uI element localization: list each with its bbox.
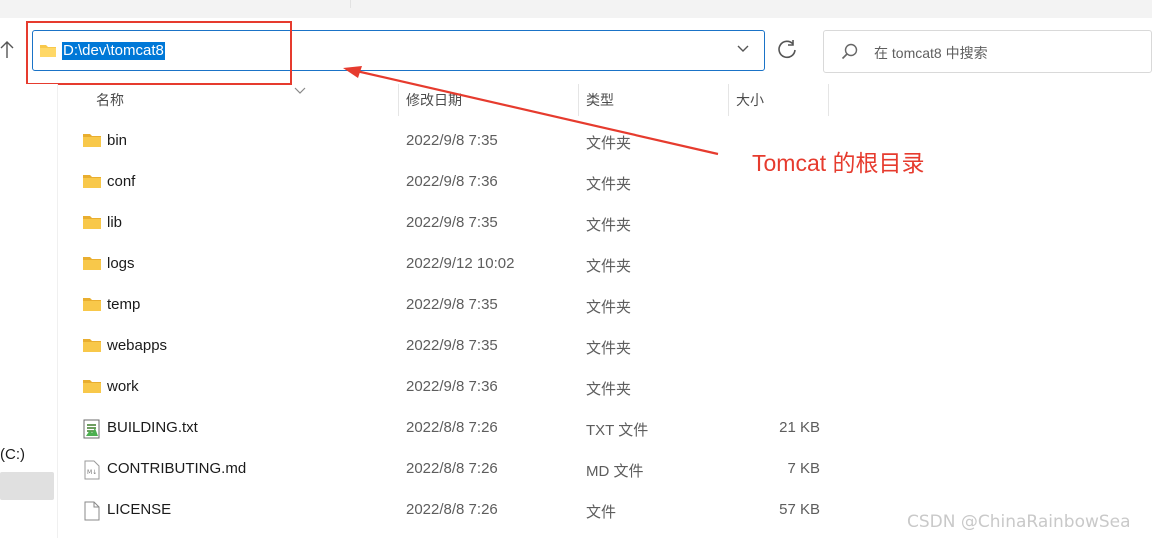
watermark: CSDN @ChinaRainbowSea <box>907 512 1131 532</box>
annotation-label: Tomcat 的根目录 <box>752 150 925 176</box>
annotation-arrow <box>343 66 719 156</box>
